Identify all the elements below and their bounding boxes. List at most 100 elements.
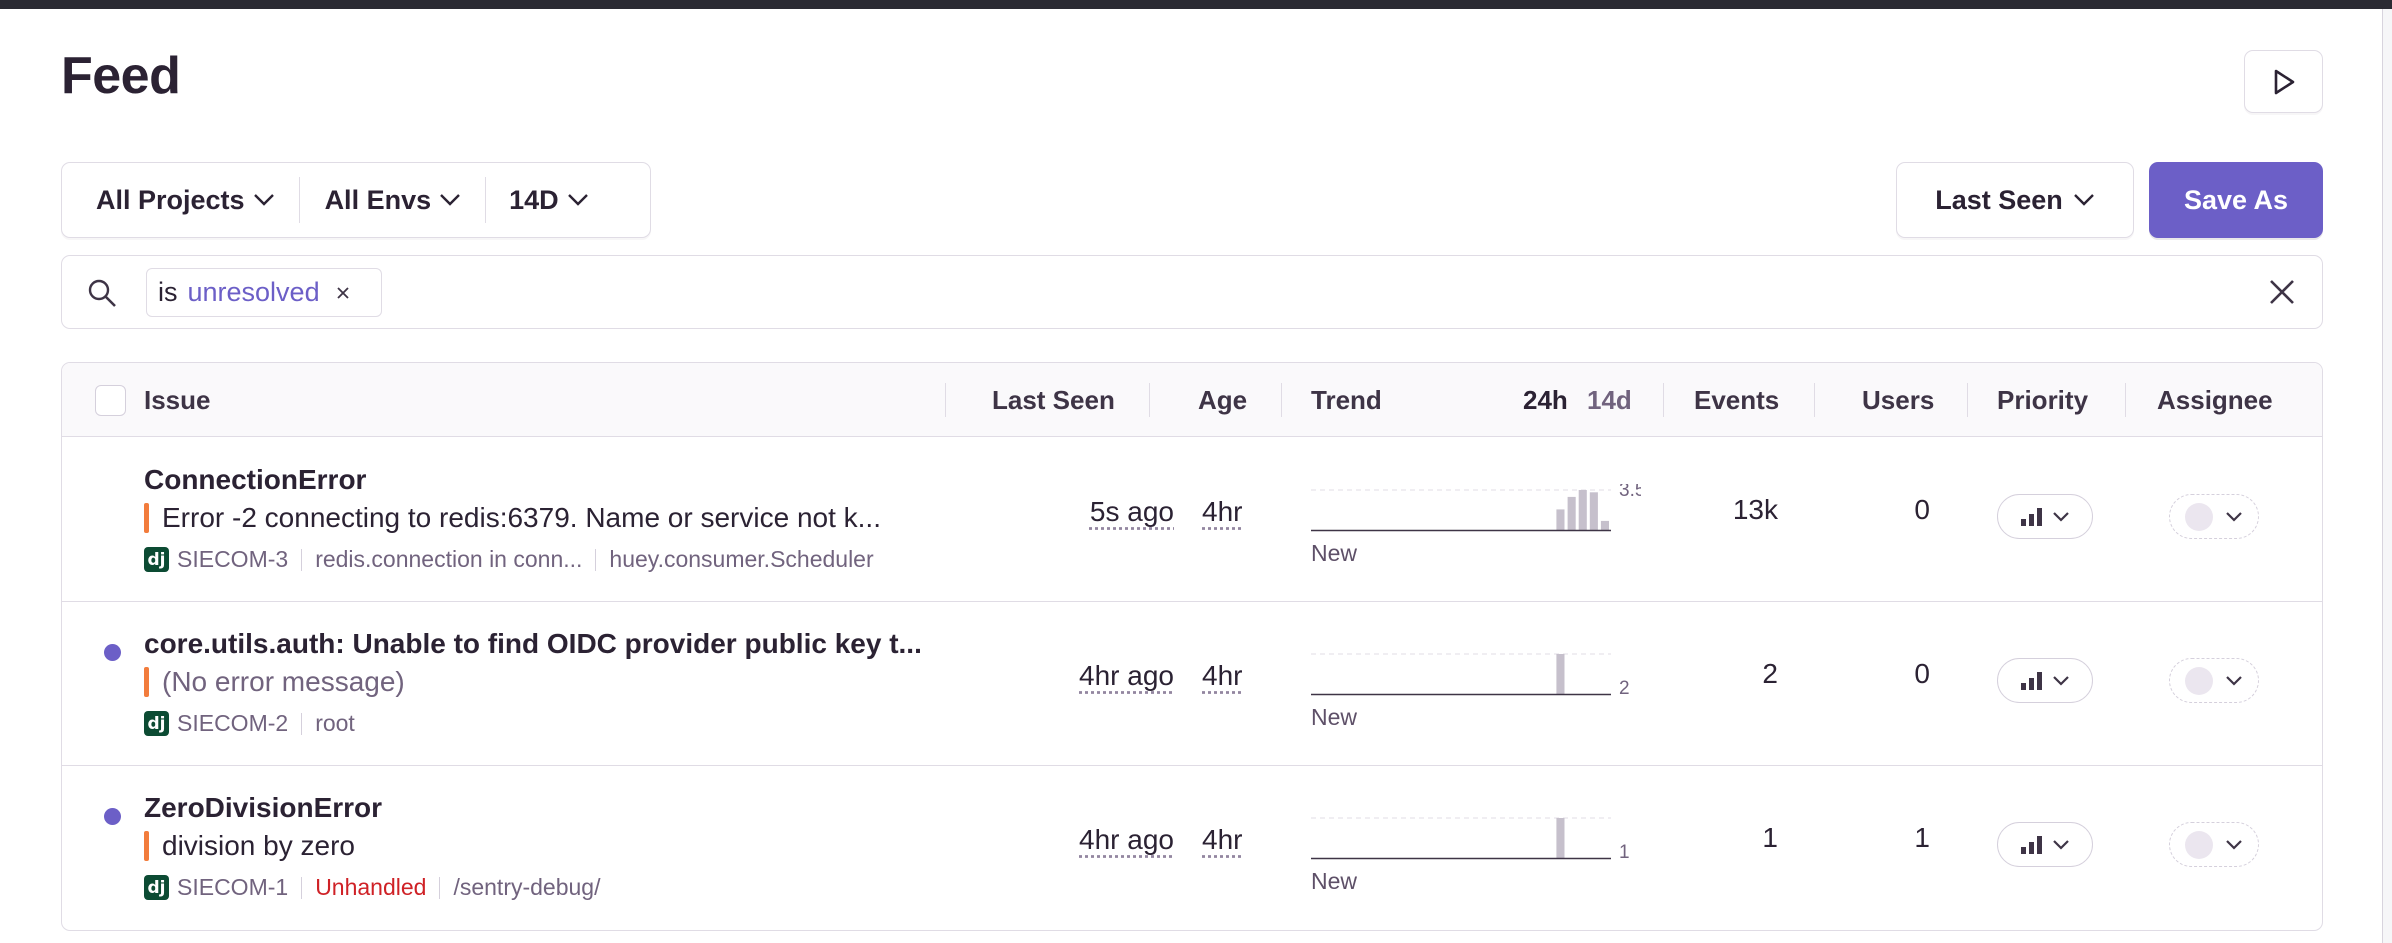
column-trend: Trend <box>1311 384 1382 415</box>
chevron-down-icon <box>440 194 460 206</box>
chevron-down-icon <box>2073 194 2094 206</box>
priority-bars-icon <box>2021 671 2042 690</box>
trend-bar <box>1556 509 1565 530</box>
clear-search-button[interactable] <box>2268 278 2296 311</box>
issue-row[interactable]: core.utils.auth: Unable to find OIDC pro… <box>62 602 2322 766</box>
assignee-dropdown[interactable] <box>2169 822 2259 867</box>
trend-chart: 3.5k <box>1311 484 1641 532</box>
issue-short-id[interactable]: SIECOM-1 <box>177 874 288 901</box>
priority-bars-icon <box>2021 835 2042 854</box>
realtime-play-button[interactable] <box>2244 50 2323 113</box>
unassigned-avatar-icon <box>2185 502 2213 531</box>
page-filter-bar: All Projects All Envs 14D <box>61 162 651 238</box>
issue-short-id[interactable]: SIECOM-2 <box>177 710 288 737</box>
users-count: 0 <box>1914 658 1930 689</box>
chevron-down-icon <box>253 194 274 206</box>
issue-message-text: Error -2 connecting to redis:6379. Name … <box>162 502 881 533</box>
assignee-dropdown[interactable] <box>2169 658 2259 703</box>
column-last-seen[interactable]: Last Seen <box>992 363 1115 437</box>
sort-dropdown[interactable]: Last Seen <box>1896 162 2134 238</box>
issue-message: Error -2 connecting to redis:6379. Name … <box>144 502 881 534</box>
error-level-indicator <box>144 503 149 533</box>
priority-dropdown[interactable] <box>1997 822 2093 867</box>
issue-extra: huey.consumer.Scheduler <box>609 546 874 572</box>
sort-label: Last Seen <box>1935 184 2063 215</box>
django-platform-icon: dj <box>144 547 169 572</box>
trend-chart: 1 <box>1311 817 1630 863</box>
last-seen-value: 5s ago <box>1089 496 1174 527</box>
column-divider <box>1663 383 1664 417</box>
trend-period-14d[interactable]: 14d <box>1587 363 1632 437</box>
issue-title[interactable]: ZeroDivisionError <box>144 792 382 824</box>
issue-culprit: root <box>315 710 355 736</box>
trend-max-label: 2 <box>1619 678 1630 699</box>
column-age[interactable]: Age <box>1198 363 1247 437</box>
save-as-button[interactable]: Save As <box>2149 162 2323 238</box>
unassigned-avatar-icon <box>2185 666 2213 695</box>
unread-indicator <box>104 808 121 825</box>
users-count: 1 <box>1914 822 1930 853</box>
remove-token-button[interactable] <box>336 286 350 300</box>
date-range-filter[interactable]: 14D <box>485 163 613 237</box>
play-icon <box>2274 69 2294 94</box>
assignee-dropdown[interactable] <box>2169 494 2259 539</box>
error-level-indicator <box>144 667 149 697</box>
trend-max-label: 1 <box>1619 842 1630 863</box>
trend-period-24h[interactable]: 24h <box>1523 363 1568 437</box>
events-count: 1 <box>1762 822 1778 853</box>
error-level-indicator <box>144 831 149 861</box>
project-filter[interactable]: All Projects <box>62 163 299 237</box>
age-value: 4hr <box>1202 824 1243 855</box>
issue-message-text: (No error message) <box>162 666 405 697</box>
search-token[interactable]: is unresolved <box>146 268 382 317</box>
trend-bar <box>1567 496 1576 530</box>
users-count: 0 <box>1914 494 1930 525</box>
meta-divider <box>301 712 303 735</box>
issue-row[interactable]: ZeroDivisionError division by zero dj SI… <box>62 766 2322 930</box>
events-count: 2 <box>1762 658 1778 689</box>
issue-meta: dj SIECOM-3 redis.connection in conn... … <box>144 546 874 573</box>
chevron-down-icon <box>2053 675 2069 686</box>
scrollbar[interactable] <box>2382 9 2392 943</box>
column-divider <box>1967 383 1968 417</box>
search-icon <box>88 279 116 307</box>
meta-divider <box>595 548 597 571</box>
column-divider <box>2125 383 2126 417</box>
column-divider <box>1281 383 1282 417</box>
column-events[interactable]: Events <box>1694 363 1779 437</box>
chevron-down-icon <box>2053 839 2069 850</box>
issue-title[interactable]: ConnectionError <box>144 464 366 496</box>
trend-bar <box>1556 654 1565 694</box>
issue-title[interactable]: core.utils.auth: Unable to find OIDC pro… <box>144 628 922 660</box>
search-token-value[interactable]: unresolved <box>188 277 320 308</box>
issue-message-text: division by zero <box>162 830 355 861</box>
page-title: Feed <box>61 47 181 105</box>
column-users[interactable]: Users <box>1862 363 1934 437</box>
column-priority[interactable]: Priority <box>1997 363 2088 437</box>
issue-row[interactable]: ConnectionError Error -2 connecting to r… <box>62 438 2322 602</box>
issue-list-header: Issue Last Seen Age Trend 24h 14d Events… <box>62 363 2322 437</box>
issue-culprit: redis.connection in conn... <box>315 546 583 572</box>
age-value: 4hr <box>1202 496 1243 527</box>
project-filter-label: All Projects <box>96 184 245 215</box>
issue-short-id[interactable]: SIECOM-3 <box>177 546 288 573</box>
environment-filter[interactable]: All Envs <box>298 163 486 237</box>
chevron-down-icon <box>2226 839 2242 850</box>
last-seen-value: 4hr ago <box>1079 660 1174 691</box>
issue-meta: dj SIECOM-2 root <box>144 710 355 737</box>
chevron-down-icon <box>2053 511 2069 522</box>
meta-divider <box>439 876 441 899</box>
column-divider <box>945 383 946 417</box>
trend-chart: 2 <box>1311 653 1630 699</box>
priority-dropdown[interactable] <box>1997 658 2093 703</box>
issue-search-bar[interactable]: is unresolved <box>61 255 2323 329</box>
close-icon <box>336 286 349 299</box>
select-all-checkbox[interactable] <box>95 385 126 416</box>
age-value: 4hr <box>1202 660 1243 691</box>
trend-new-label: New <box>1311 704 1358 730</box>
issue-message: (No error message) <box>144 666 405 698</box>
trend-bar <box>1556 818 1565 858</box>
django-platform-icon: dj <box>144 711 169 736</box>
column-issue: Issue <box>144 384 211 415</box>
priority-dropdown[interactable] <box>1997 494 2093 539</box>
